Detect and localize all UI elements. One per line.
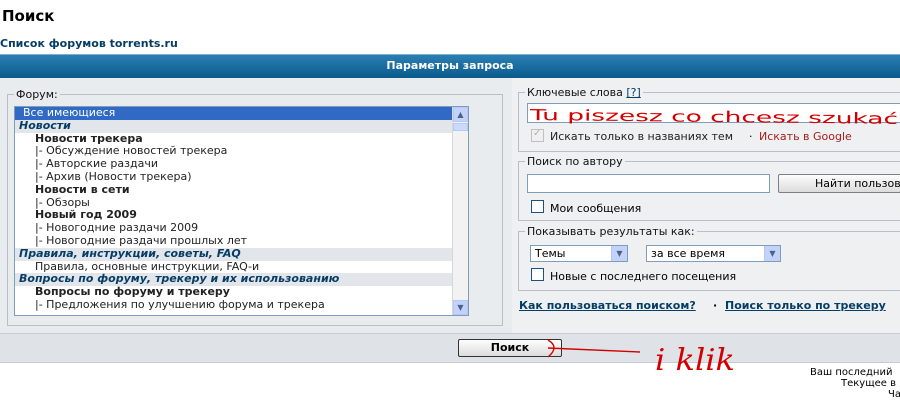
checkmark-icon: ✓ [533, 128, 542, 139]
chevron-down-icon: ▼ [611, 246, 627, 261]
scroll-thumb[interactable] [453, 123, 468, 131]
links-separator: · [713, 299, 718, 312]
keywords-input[interactable] [527, 103, 900, 123]
keywords-separator: · [749, 130, 753, 143]
forum-legend: Форум: [16, 88, 58, 101]
author-legend: Поиск по автору [527, 155, 623, 168]
forum-option[interactable]: Новости в сети [15, 183, 468, 197]
submit-bar [0, 333, 900, 363]
last-visit-text: Ваш последний [810, 367, 893, 378]
display-legend: Показывать результаты как: [527, 225, 695, 238]
page-title: Поиск [2, 7, 55, 25]
only-titles-label: Искать только в названиях тем [550, 130, 733, 143]
find-user-button[interactable]: Найти пользов [778, 174, 900, 193]
tracker-search-link[interactable]: Поиск только по трекеру [725, 299, 886, 312]
result-type-value: Темы [535, 247, 566, 260]
timezone-text: Ча [888, 389, 900, 400]
my-messages-label: Мои сообщения [550, 202, 642, 215]
result-type-select[interactable]: Темы ▼ [530, 245, 628, 262]
forum-option[interactable]: |- Новогодние раздачи прошлых лет [15, 234, 468, 248]
my-messages-checkbox[interactable] [531, 200, 544, 213]
keywords-legend-wrap: Ключевые слова [?] [525, 86, 643, 99]
forum-category-option[interactable]: Новости [15, 119, 468, 133]
search-params-header: Параметры запроса [0, 54, 900, 78]
forum-category-option[interactable]: Правила, инструкции, советы, FAQ [15, 247, 468, 261]
forum-list-scrollbar[interactable]: ▲ ▼ [452, 107, 468, 315]
time-range-value: за все время [651, 247, 726, 260]
author-input[interactable] [527, 174, 770, 193]
new-since-checkbox[interactable] [531, 268, 544, 281]
time-range-select[interactable]: за все время ▼ [646, 245, 781, 262]
new-since-label: Новые с последнего посещения [550, 270, 737, 283]
keywords-legend: Ключевые слова [527, 86, 623, 99]
current-time-text: Текущее в [841, 378, 897, 389]
scroll-up-icon[interactable]: ▲ [453, 107, 468, 122]
only-titles-checkbox[interactable]: ✓ [531, 128, 544, 142]
how-to-search-link[interactable]: Как пользоваться поиском? [519, 299, 696, 312]
forum-select-list[interactable]: Все имеющиеся Новости Новости трекера |- Об… [14, 106, 469, 316]
forum-option-selected[interactable]: Все имеющиеся [15, 107, 468, 120]
forum-option[interactable]: |- Архив (Новости трекера) [15, 170, 468, 184]
forum-option[interactable]: |- Предложения по улучшению форума и тре… [15, 298, 468, 312]
keywords-help-link[interactable]: [?] [626, 86, 640, 99]
search-submit-button[interactable]: Поиск [458, 339, 562, 357]
chevron-down-icon: ▼ [764, 246, 780, 261]
breadcrumb-forum-list-link[interactable]: Список форумов torrents.ru [0, 37, 178, 50]
google-search-link[interactable]: Искать в Google [759, 130, 852, 143]
scroll-down-icon[interactable]: ▼ [453, 300, 468, 315]
